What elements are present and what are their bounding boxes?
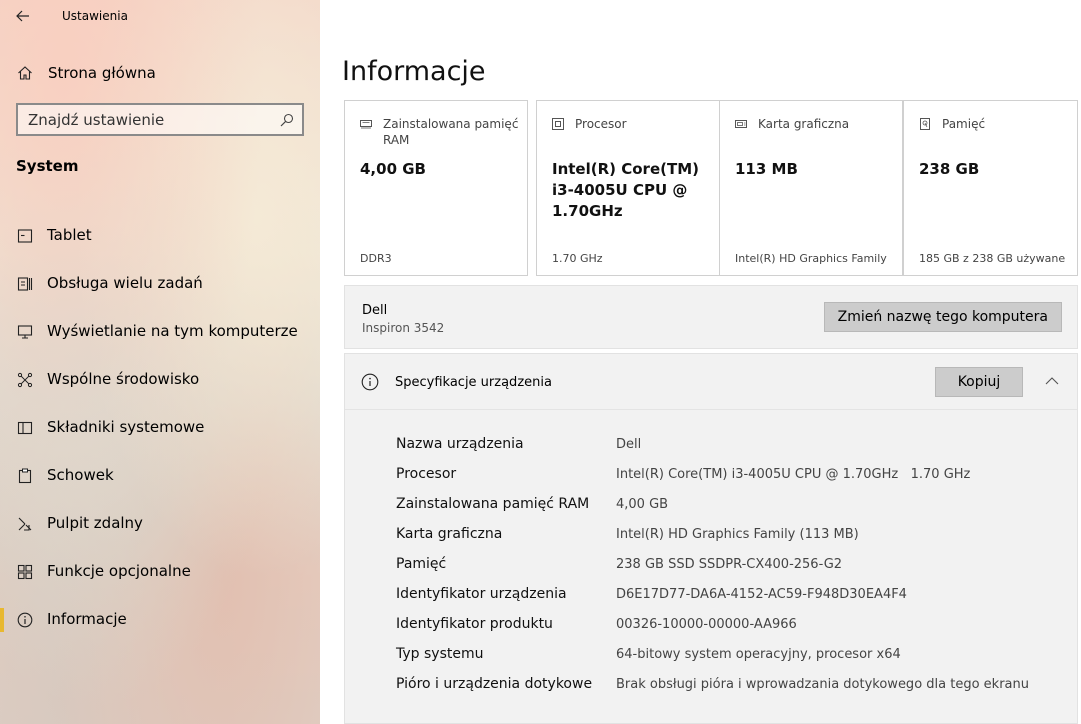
sidebar-item-projecting[interactable]: Wyświetlanie na tym komputerze — [0, 310, 320, 354]
spec-key: Zainstalowana pamięć RAM — [396, 496, 590, 512]
spec-value: D6E17D77-DA6A-4152-AC59-F948D30EA4F4 — [616, 587, 907, 602]
main-content: Informacje Zainstalowana pamięć RAM 4,00… — [320, 0, 1081, 724]
device-name: Dell — [362, 303, 388, 318]
spec-key: Pióro i urządzenia dotykowe — [396, 676, 593, 692]
spec-row: Pióro i urządzenia dotykowe Brak obsługi… — [345, 676, 1077, 706]
spec-title: Specyfikacje urządzenia — [395, 375, 552, 390]
device-model: Inspiron 3542 — [362, 321, 445, 335]
remote-desktop-icon — [18, 517, 32, 531]
search-icon — [280, 113, 294, 127]
spec-key: Identyfikator produktu — [396, 616, 553, 632]
sidebar-item-label: Obsługa wielu zadań — [47, 274, 203, 292]
spec-value: Intel(R) HD Graphics Family (113 MB) — [616, 527, 859, 542]
device-specifications-panel: Specyfikacje urządzenia Kopiuj Nazwa urz… — [344, 353, 1078, 724]
sidebar-item-shared-experiences[interactable]: Wspólne środowisko — [0, 358, 320, 402]
card-subtext: DDR3 — [360, 252, 392, 265]
tablet-icon — [17, 229, 33, 243]
spec-value: Dell — [616, 437, 642, 452]
storage-icon — [920, 118, 930, 130]
spec-value: 00326-10000-00000-AA966 — [616, 617, 797, 632]
card-value: 238 GB — [919, 160, 980, 178]
home-link[interactable]: Strona główna — [0, 56, 320, 90]
spec-row: Zainstalowana pamięć RAM 4,00 GB — [345, 496, 1077, 526]
spec-key: Nazwa urządzenia — [396, 436, 524, 452]
home-label: Strona główna — [48, 64, 156, 82]
ram-icon — [360, 120, 372, 129]
storage-card: Pamięć 238 GB 185 GB z 238 GB używane — [903, 100, 1078, 276]
spec-value: Intel(R) Core(TM) i3-4005U CPU @ 1.70GHz… — [616, 467, 971, 482]
spec-row: Identyfikator produktu 00326-10000-00000… — [345, 616, 1077, 646]
card-subtext: 185 GB z 238 GB używane — [919, 252, 1066, 265]
copy-button[interactable]: Kopiuj — [935, 367, 1023, 397]
sidebar-item-clipboard[interactable]: Schowek — [0, 454, 320, 498]
sidebar-item-informacje[interactable]: Informacje — [0, 598, 320, 642]
page-title: Informacje — [342, 56, 486, 87]
section-title: System — [16, 157, 79, 175]
device-name-panel: Dell Inspiron 3542 Zmień nazwę tego komp… — [344, 285, 1078, 349]
ram-card: Zainstalowana pamięć RAM 4,00 GB DDR3 — [344, 100, 528, 276]
multitasking-icon — [17, 277, 33, 291]
system-components-icon — [17, 421, 33, 435]
graphics-card-icon — [735, 120, 747, 128]
sidebar-item-label: Pulpit zdalny — [47, 514, 143, 532]
spec-value: 4,00 GB — [616, 497, 669, 512]
card-caption: Procesor — [575, 117, 627, 131]
graphics-card: Karta graficzna 113 MB Intel(R) HD Graph… — [719, 100, 903, 276]
sidebar-item-tablet[interactable]: Tablet — [0, 214, 320, 258]
sidebar-item-label: Wyświetlanie na tym komputerze — [47, 322, 298, 340]
sidebar-item-remote-desktop[interactable]: Pulpit zdalny — [0, 502, 320, 546]
sidebar: Ustawienia Strona główna Znajdź ustawien… — [0, 0, 320, 724]
spec-key: Pamięć — [396, 556, 447, 572]
sidebar-item-label: Schowek — [47, 466, 114, 484]
card-caption: Karta graficzna — [758, 117, 850, 131]
optional-features-icon — [17, 564, 33, 580]
card-caption: Pamięć — [942, 117, 986, 131]
search-input[interactable]: Znajdź ustawienie — [16, 103, 304, 136]
sidebar-item-multitasking[interactable]: Obsługa wielu zadań — [0, 262, 320, 306]
app-title: Ustawienia — [62, 9, 128, 23]
spec-row: Pamięć 238 GB SSD SSDPR-CX400-256-G2 — [345, 556, 1077, 586]
info-icon — [17, 612, 33, 628]
card-value: 113 MB — [735, 160, 798, 178]
processor-card: Procesor Intel(R) Core(TM) i3-4005U CPU … — [536, 100, 720, 276]
back-button[interactable] — [8, 4, 38, 28]
spec-row: Karta graficzna Intel(R) HD Graphics Fam… — [345, 526, 1077, 556]
home-icon — [18, 66, 32, 80]
card-subtext: Intel(R) HD Graphics Family — [735, 252, 887, 265]
spec-header[interactable]: Specyfikacje urządzenia Kopiuj — [345, 354, 1077, 410]
spec-key: Procesor — [396, 466, 457, 482]
card-subtext: 1.70 GHz — [552, 252, 603, 265]
spec-row: Procesor Intel(R) Core(TM) i3-4005U CPU … — [345, 466, 1077, 496]
back-arrow-icon — [16, 10, 29, 22]
sidebar-item-label: Informacje — [47, 610, 127, 628]
card-value: 4,00 GB — [360, 160, 426, 178]
processor-icon — [552, 118, 564, 130]
spec-key: Typ systemu — [396, 646, 484, 662]
title-bar: Ustawienia — [0, 0, 320, 34]
sidebar-item-optional-features[interactable]: Funkcje opcjonalne — [0, 550, 320, 594]
spec-value: Brak obsługi pióra i wprowadzania dotyko… — [616, 677, 1029, 692]
sidebar-item-label: Tablet — [47, 226, 92, 244]
spec-value: 238 GB SSD SSDPR-CX400-256-G2 — [616, 557, 843, 572]
sidebar-item-system-components[interactable]: Składniki systemowe — [0, 406, 320, 450]
spec-key: Identyfikator urządzenia — [396, 586, 567, 602]
sidebar-item-label: Wspólne środowisko — [47, 370, 200, 388]
active-indicator — [0, 608, 4, 632]
spec-key: Karta graficzna — [396, 526, 503, 542]
card-caption: Zainstalowana pamięć RAM — [383, 117, 519, 147]
rename-pc-button[interactable]: Zmień nazwę tego komputera — [823, 302, 1062, 332]
sidebar-item-label: Składniki systemowe — [47, 418, 205, 436]
clipboard-icon — [18, 468, 32, 484]
info-icon — [361, 373, 379, 391]
projecting-icon — [17, 325, 33, 339]
shared-experiences-icon — [17, 372, 33, 388]
spec-row: Typ systemu 64-bitowy system operacyjny,… — [345, 646, 1077, 676]
search-placeholder: Znajdź ustawienie — [28, 111, 165, 129]
spec-value: 64-bitowy system operacyjny, procesor x6… — [616, 647, 901, 662]
sidebar-item-label: Funkcje opcjonalne — [47, 562, 191, 580]
spec-row: Identyfikator urządzenia D6E17D77-DA6A-4… — [345, 586, 1077, 616]
spec-row: Nazwa urządzenia Dell — [345, 436, 1077, 466]
chevron-up-icon[interactable] — [1045, 374, 1059, 388]
card-value: Intel(R) Core(TM) i3-4005U CPU @ 1.70GHz — [552, 160, 699, 220]
